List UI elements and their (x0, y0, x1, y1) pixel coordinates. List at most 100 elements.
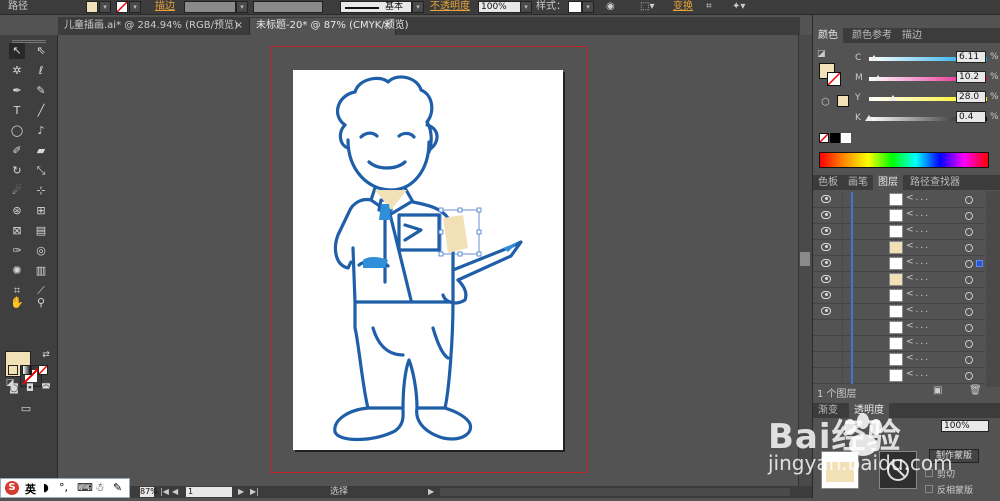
status-menu-icon[interactable]: ▶ (428, 486, 434, 498)
first-artboard-icon[interactable]: |◀ (160, 486, 169, 498)
selected-art-indicator[interactable] (976, 260, 983, 267)
brush-style-field[interactable]: 基本 (340, 1, 412, 13)
column-graph-tool-icon[interactable]: ▥ (33, 263, 49, 279)
visibility-eye-icon[interactable] (821, 195, 831, 203)
lock-toggle[interactable] (833, 336, 843, 352)
color-panel-none-icon[interactable]: ◪ (817, 49, 829, 61)
channel-value[interactable]: 10.2 (956, 71, 986, 83)
none-swatch[interactable] (819, 133, 829, 143)
target-circle-icon[interactable] (965, 308, 973, 316)
keyboard-icon[interactable]: ⌨ (77, 481, 93, 494)
half-moon-icon[interactable]: ◗ (43, 481, 49, 494)
color-spectrum[interactable] (819, 152, 989, 168)
layer-row[interactable]: <... (813, 352, 985, 368)
layer-row[interactable]: <... (813, 336, 985, 352)
blend-tool-icon[interactable]: ◎ (33, 243, 49, 259)
color-panel-stroke-swatch[interactable] (827, 72, 841, 86)
lock-toggle[interactable] (833, 224, 843, 240)
layer-name[interactable]: <... (906, 273, 930, 283)
visibility-eye-icon[interactable] (821, 307, 831, 315)
layer-name[interactable]: <... (906, 209, 930, 219)
tab-pathfinder[interactable]: 路径查找器 (905, 175, 965, 190)
skin-icon[interactable]: ☃ (95, 481, 105, 494)
fill-swatch-mini[interactable] (86, 1, 98, 13)
channel-value[interactable]: 28.0 (956, 91, 986, 103)
canvas[interactable] (58, 35, 800, 488)
channel-slider-knob[interactable] (888, 95, 897, 101)
draw-normal-icon[interactable]: ◙ (6, 381, 22, 397)
lock-toggle[interactable] (833, 368, 843, 384)
channel-value[interactable]: 0.4 (956, 111, 986, 123)
scale-tool-icon[interactable]: ⤡ (33, 163, 49, 179)
stroke-swatch-mini[interactable] (116, 1, 128, 13)
pen-tool-icon[interactable]: ✒ (9, 83, 25, 99)
visibility-eye-icon[interactable] (821, 275, 831, 283)
gradient-tool-icon[interactable]: ▤ (33, 223, 49, 239)
paintbrush-tool-icon[interactable]: ♪ (33, 123, 49, 139)
layer-row[interactable]: <... (813, 288, 985, 304)
sogou-logo-icon[interactable]: S (5, 481, 19, 495)
color-mode-icon[interactable] (8, 365, 18, 375)
graphic-style-dropdown[interactable]: ▾ (582, 1, 594, 13)
none-mode-icon[interactable] (38, 365, 48, 375)
last-artboard-icon[interactable]: ▶| (250, 486, 259, 498)
isolate-icon[interactable]: ⌗ (706, 0, 712, 14)
stroke-dropdown[interactable]: ▾ (129, 1, 141, 13)
ime-language[interactable]: 英 (25, 481, 36, 497)
target-circle-icon[interactable] (965, 196, 973, 204)
target-circle-icon[interactable] (965, 356, 973, 364)
layer-name[interactable]: <... (906, 337, 930, 347)
eyedropper-tool-icon[interactable]: ✑ (9, 243, 25, 259)
scrollbar-thumb[interactable] (800, 252, 810, 266)
channel-value[interactable]: 6.11 (956, 51, 986, 63)
layer-row[interactable]: <... (813, 256, 985, 272)
channel-slider-knob[interactable] (873, 75, 882, 81)
target-circle-icon[interactable] (965, 244, 973, 252)
close-icon[interactable]: × (383, 18, 391, 34)
close-icon[interactable]: × (235, 18, 243, 34)
tab-untitled-20[interactable]: 未标题-20* @ 87% (CMYK/预览) × (250, 18, 409, 35)
lock-toggle[interactable] (833, 272, 843, 288)
layer-row[interactable]: <... (813, 368, 985, 384)
arrange-icon[interactable]: ✦▾ (732, 0, 745, 14)
shape-builder-tool-icon[interactable]: ⊛ (9, 203, 25, 219)
lasso-tool-icon[interactable]: ℓ (33, 63, 49, 79)
tab-color-guide[interactable]: 颜色参考 (847, 28, 897, 43)
mesh-tool-icon[interactable]: ⊠ (9, 223, 25, 239)
new-layer-icon[interactable]: ▣ (933, 385, 942, 396)
hand-tool-icon[interactable]: ✋ (9, 295, 25, 311)
tab-kids-illustration[interactable]: 儿童插画.ai* @ 284.94% (RGB/预览) × (58, 18, 250, 35)
pencil-tool-icon[interactable]: ✐ (9, 143, 25, 159)
recolor-icon[interactable]: ◉ (606, 0, 615, 14)
lock-toggle[interactable] (833, 304, 843, 320)
visibility-eye-icon[interactable] (821, 227, 831, 235)
warp-tool-icon[interactable]: ☄ (9, 183, 25, 199)
black-swatch[interactable] (830, 133, 840, 143)
layer-row[interactable]: <... (813, 240, 985, 256)
lock-toggle[interactable] (833, 320, 843, 336)
transform-label[interactable]: 变换 (673, 0, 693, 14)
graphic-style-swatch[interactable] (568, 1, 582, 13)
layer-name[interactable]: <... (906, 369, 930, 379)
variable-width-field[interactable] (253, 1, 323, 13)
layer-row[interactable]: <... (813, 272, 985, 288)
swap-colors-icon[interactable]: ⇄ (38, 347, 54, 363)
visibility-eye-icon[interactable] (821, 291, 831, 299)
direct-selection-tool-icon[interactable]: ⇖ (33, 43, 49, 59)
zoom-field[interactable]: 87% (140, 487, 158, 497)
visibility-eye-icon[interactable] (821, 211, 831, 219)
tab-color[interactable]: 颜色 (813, 28, 843, 43)
channel-slider-knob[interactable] (870, 55, 879, 61)
horizontal-scrollbar[interactable] (440, 488, 790, 496)
zoom-tool-icon[interactable]: ⚲ (33, 295, 49, 311)
target-circle-icon[interactable] (965, 340, 973, 348)
free-transform-tool-icon[interactable]: ⊹ (33, 183, 49, 199)
tab-swatches[interactable]: 色板 (813, 175, 843, 190)
ellipse-tool-icon[interactable]: ◯ (9, 123, 25, 139)
boy-illustration[interactable] (293, 70, 563, 450)
target-circle-icon[interactable] (965, 324, 973, 332)
layer-row[interactable]: <... (813, 192, 985, 208)
out-of-gamut-icon[interactable]: ⬡ (821, 97, 830, 108)
lock-toggle[interactable] (833, 192, 843, 208)
selection-tool-icon[interactable]: ↖ (9, 43, 25, 59)
